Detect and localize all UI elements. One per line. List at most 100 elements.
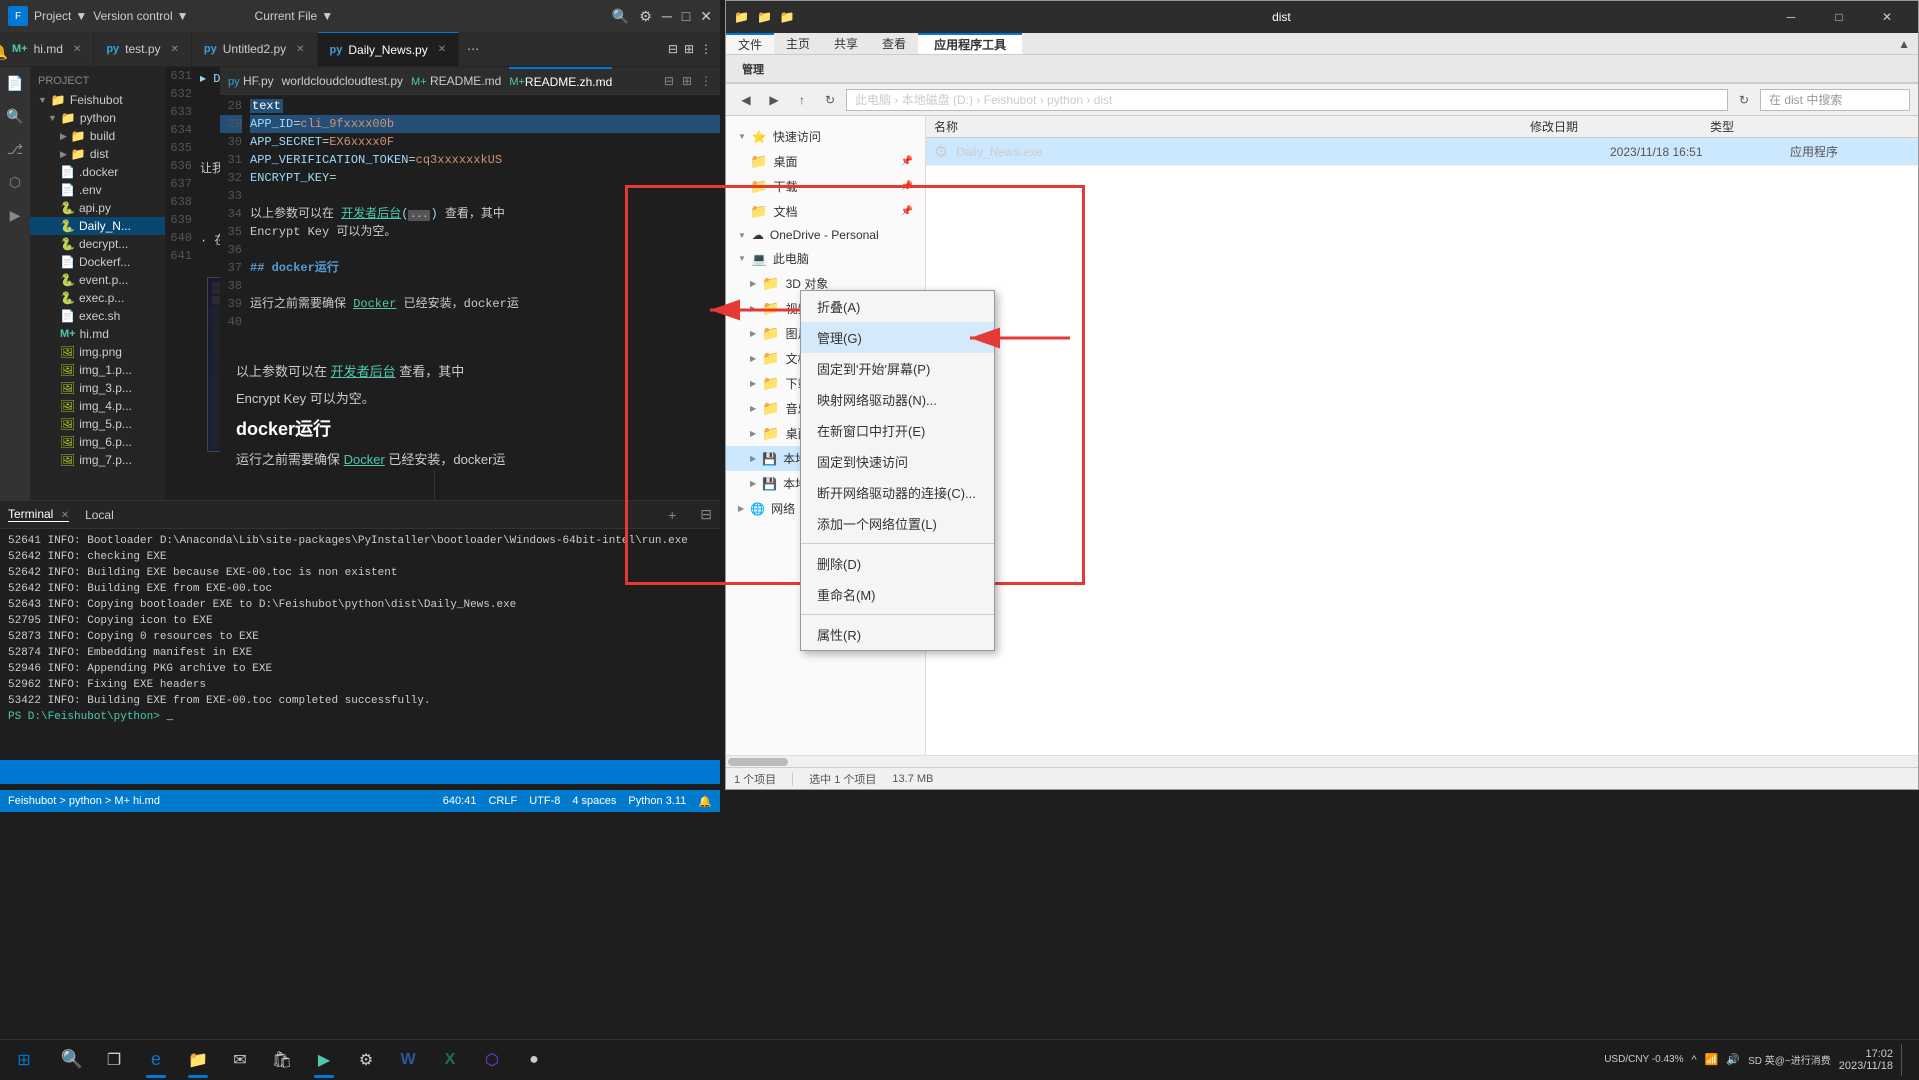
tab-untitled2-py[interactable]: py Untitled2.py ✕: [192, 32, 318, 66]
tree-item-daily-news[interactable]: 🐍 Daily_N...: [30, 217, 165, 235]
terminal-split-btn[interactable]: ⊟: [700, 506, 712, 523]
ide-current-file-label[interactable]: Current File ▼: [255, 9, 334, 23]
taskbar-vs-btn[interactable]: ⬡: [472, 1040, 512, 1080]
terminal-tab-local[interactable]: Local: [85, 508, 114, 522]
ctx-item-delete[interactable]: 删除(D): [801, 548, 994, 579]
sidebar-explorer-icon[interactable]: 📄: [6, 75, 23, 92]
tree-item-dist[interactable]: ▶ 📁 dist: [30, 145, 165, 163]
ctx-item-map-drive[interactable]: 映射网络驱动器(N)...: [801, 384, 994, 415]
ide-settings-btn[interactable]: ⚙: [639, 8, 652, 25]
ide-project-label[interactable]: Project ▼: [34, 9, 87, 23]
tree-item-exec-sh[interactable]: 📄 exec.sh: [30, 307, 165, 325]
fe-ribbon-tab-app-tools[interactable]: 应用程序工具: [918, 33, 1022, 54]
editor-layout-btn[interactable]: ⊞: [684, 42, 694, 56]
ide-maximize-btn[interactable]: □: [682, 8, 690, 24]
tab-daily-news-py[interactable]: py Daily_News.py ✕: [318, 32, 460, 66]
tree-item-build[interactable]: ▶ 📁 build: [30, 127, 165, 145]
fe-nav-forward-btn[interactable]: ▶: [762, 88, 786, 112]
taskbar-start-btn[interactable]: ⊞: [0, 1040, 48, 1080]
ctx-item-properties[interactable]: 属性(R): [801, 619, 994, 650]
ctx-item-manage[interactable]: 管理(G): [801, 322, 994, 353]
fe-file-daily-news[interactable]: ⚙ Daily_News.exe 2023/11/18 16:51 应用程序: [926, 138, 1918, 166]
tree-item-hi-md[interactable]: M+ hi.md: [30, 325, 165, 343]
taskbar-settings-btn[interactable]: ⚙: [346, 1040, 386, 1080]
tree-item-api-py[interactable]: 🐍 api.py: [30, 199, 165, 217]
tab-close-daily-news[interactable]: ✕: [438, 44, 446, 55]
ide-version-control-label[interactable]: Version control ▼: [93, 9, 188, 23]
tree-item-feishubot[interactable]: ▼ 📁 Feishubot: [30, 91, 165, 109]
fe-minimize-btn[interactable]: ─: [1768, 1, 1814, 33]
fe-ribbon-tab-view[interactable]: 查看: [870, 33, 918, 54]
taskbar-terminal-btn[interactable]: ▶: [304, 1040, 344, 1080]
taskbar-word-btn[interactable]: W: [388, 1040, 428, 1080]
ctx-item-pin-start[interactable]: 固定到'开始'屏幕(P): [801, 353, 994, 384]
tree-item-event[interactable]: 🐍 event.p...: [30, 271, 165, 289]
tree-item-exec-p[interactable]: 🐍 exec.p...: [30, 289, 165, 307]
tree-item-docker[interactable]: 📄 .docker: [30, 163, 165, 181]
fe-nav-up-btn[interactable]: ↑: [790, 88, 814, 112]
fe-ribbon-expand-btn[interactable]: ▲: [1898, 37, 1910, 51]
code-editor-main[interactable]: 631 ▸ Daily_News.exe'文件拉、我们 ✓ 2 632 633: [165, 67, 720, 535]
taskbar-edge-btn[interactable]: e: [136, 1040, 176, 1080]
fe-sidebar-onedrive[interactable]: ▼ ☁ OneDrive - Personal: [726, 224, 925, 246]
fe-sidebar-download[interactable]: 📁 下载 📌: [726, 174, 925, 199]
tab2-readme[interactable]: M+ README.md: [435, 74, 501, 88]
tree-item-img5[interactable]: 🖼 img_5.p...: [30, 415, 165, 433]
fe-hscrollbar[interactable]: [726, 755, 1918, 767]
tree-item-img1[interactable]: 🖼 img_1.p...: [30, 361, 165, 379]
ctx-item-add-network[interactable]: 添加一个网络位置(L): [801, 508, 994, 539]
fe-ribbon-tab-home[interactable]: 主页: [774, 33, 822, 54]
tree-item-img7[interactable]: 🖼 img_7.p...: [30, 451, 165, 469]
terminal-tab-close[interactable]: ✕: [61, 510, 69, 521]
tree-item-decrypt[interactable]: 🐍 decrypt...: [30, 235, 165, 253]
taskbar-show-desktop-btn[interactable]: [1901, 1044, 1907, 1076]
ctx-item-fold[interactable]: 折叠(A): [801, 291, 994, 322]
sidebar-git-icon[interactable]: ⎇: [7, 141, 23, 158]
tree-item-img3[interactable]: 🖼 img_3.p...: [30, 379, 165, 397]
taskbar-taskview-btn[interactable]: ❐: [94, 1040, 134, 1080]
tree-item-img4[interactable]: 🖼 img_4.p...: [30, 397, 165, 415]
tab2-menu-btn[interactable]: ⋮: [700, 74, 712, 88]
fe-close-btn[interactable]: ✕: [1864, 1, 1910, 33]
fe-nav-refresh-btn[interactable]: ↻: [818, 88, 842, 112]
fe-sidebar-desktop[interactable]: 📁 桌面 📌: [726, 149, 925, 174]
terminal-input-field[interactable]: [8, 765, 712, 779]
fe-nav-back-btn[interactable]: ◀: [734, 88, 758, 112]
fe-ribbon-tab-share[interactable]: 共享: [822, 33, 870, 54]
terminal-output[interactable]: 52641 INFO: Bootloader D:\Anaconda\Lib\s…: [0, 529, 720, 760]
ctx-item-open-new[interactable]: 在新窗口中打开(E): [801, 415, 994, 446]
tab2-readme-zh[interactable]: M+ README.zh.md: [509, 67, 612, 94]
taskbar-excel-btn[interactable]: X: [430, 1040, 470, 1080]
terminal-tab-terminal[interactable]: Terminal ✕: [8, 507, 69, 522]
taskbar-search-btn[interactable]: 🔍: [52, 1040, 92, 1080]
tree-item-python[interactable]: ▼ 📁 python: [30, 109, 165, 127]
tab-close-untitled2[interactable]: ✕: [296, 44, 304, 55]
ide-search-btn[interactable]: 🔍: [612, 8, 629, 25]
tree-item-img[interactable]: 🖼 img.png: [30, 343, 165, 361]
taskbar-chrome-btn[interactable]: ●: [514, 1040, 554, 1080]
sidebar-search-icon[interactable]: 🔍: [6, 108, 23, 125]
fe-maximize-btn[interactable]: □: [1816, 1, 1862, 33]
fe-sidebar-this-pc[interactable]: ▼ 💻 此电脑: [726, 246, 925, 271]
notification-bell-icon[interactable]: 🔔: [0, 42, 8, 62]
tab-close-test-py[interactable]: ✕: [171, 44, 179, 55]
ctx-item-pin-quick[interactable]: 固定到快速访问: [801, 446, 994, 477]
fe-ribbon-tab-file[interactable]: 文件: [726, 33, 774, 54]
taskbar-outlook-btn[interactable]: ✉: [220, 1040, 260, 1080]
sidebar-extensions-icon[interactable]: ⬡: [9, 174, 21, 191]
tab2-split-btn[interactable]: ⊟: [664, 74, 674, 88]
status-notification-icon[interactable]: 🔔: [698, 795, 712, 808]
ctx-item-disconnect[interactable]: 断开网络驱动器的连接(C)...: [801, 477, 994, 508]
tree-item-env[interactable]: 📄 .env: [30, 181, 165, 199]
fe-sidebar-quick-access[interactable]: ▼ ⭐ 快速访问: [726, 124, 925, 149]
editor-split-btn[interactable]: ⊟: [668, 42, 678, 56]
tab-hi-md[interactable]: M+ hi.md ✕: [0, 32, 94, 66]
fe-hscroll-thumb[interactable]: [728, 758, 788, 766]
sidebar-run-icon[interactable]: ▶: [10, 207, 21, 224]
fe-sidebar-docs[interactable]: 📁 文档 📌: [726, 199, 925, 224]
fe-address-refresh-btn[interactable]: ↻: [1732, 88, 1756, 112]
taskbar-explorer-btn[interactable]: 📁: [178, 1040, 218, 1080]
tab-test-py[interactable]: py test.py ✕: [94, 32, 192, 66]
tree-item-img6[interactable]: 🖼 img_6.p...: [30, 433, 165, 451]
taskbar-chevron-icon[interactable]: ^: [1692, 1054, 1697, 1066]
